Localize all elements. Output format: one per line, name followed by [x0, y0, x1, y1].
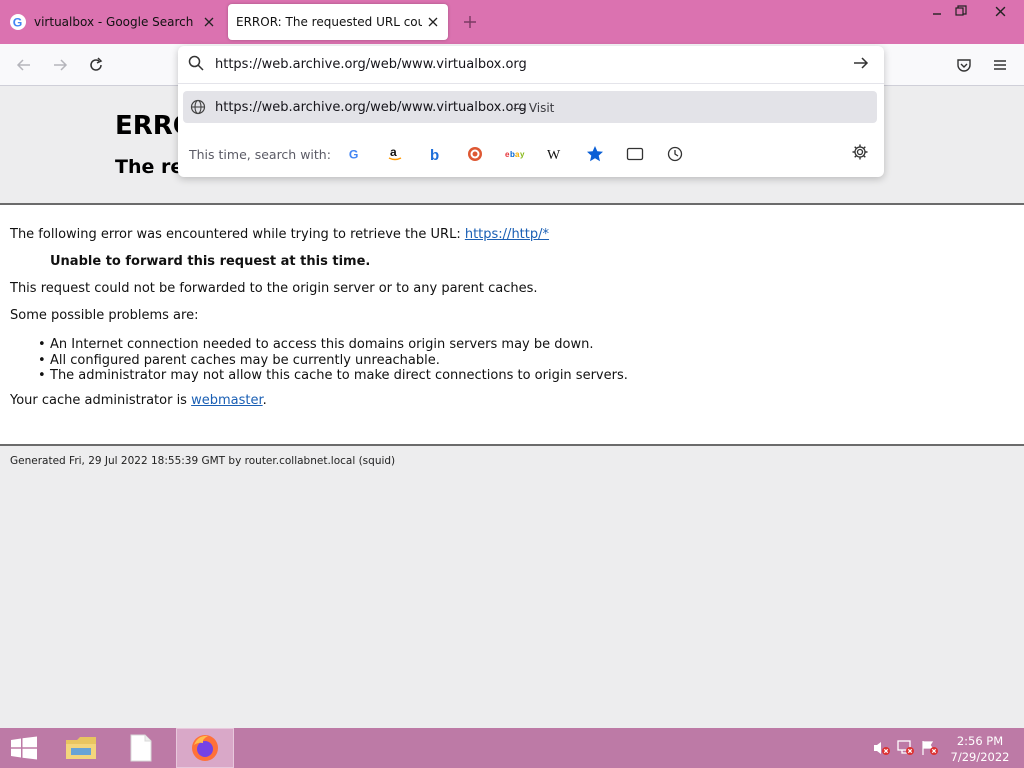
forward-icon[interactable]: [47, 52, 73, 78]
tab-google-search[interactable]: G virtualbox - Google Search: [0, 4, 224, 40]
tab-strip: G virtualbox - Google Search ERROR: The …: [0, 0, 1024, 44]
ebay-icon[interactable]: ebay: [504, 143, 526, 165]
bing-icon[interactable]: b: [424, 143, 446, 165]
admin-prefix: Your cache administrator is: [10, 393, 192, 408]
list-item: An Internet connection needed to access …: [38, 337, 628, 353]
go-arrow-icon[interactable]: [852, 54, 870, 76]
problems-heading: Some possible problems are:: [10, 308, 199, 323]
menu-icon[interactable]: [987, 52, 1013, 78]
new-tab-icon[interactable]: [458, 10, 482, 34]
tabs-icon[interactable]: [624, 143, 646, 165]
reload-icon[interactable]: [83, 52, 109, 78]
firefox-icon[interactable]: [176, 728, 234, 768]
amazon-icon[interactable]: a: [384, 143, 406, 165]
gear-icon[interactable]: [851, 143, 869, 165]
url-input[interactable]: https://web.archive.org/web/www.virtualb…: [178, 46, 884, 84]
volume-muted-icon[interactable]: [873, 740, 891, 760]
duckduckgo-icon[interactable]: [464, 143, 486, 165]
list-item: All configured parent caches may be curr…: [38, 353, 628, 369]
suggestion-url: https://web.archive.org/web/www.virtualb…: [215, 100, 527, 115]
file-explorer-icon[interactable]: [58, 728, 104, 768]
bookmarks-star-icon[interactable]: [584, 143, 606, 165]
page-subtitle: The re: [115, 156, 184, 178]
back-icon[interactable]: [11, 52, 37, 78]
svg-text:G: G: [13, 15, 23, 29]
error-body: The following error was encountered whil…: [0, 203, 1024, 446]
taskbar: 2:56 PM 7/29/2022: [0, 728, 1024, 768]
error-detail: This request could not be forwarded to t…: [10, 281, 538, 296]
list-item: The administrator may not allow this cac…: [38, 368, 628, 384]
close-tab-icon[interactable]: [422, 11, 444, 33]
svg-text:y: y: [520, 150, 525, 159]
footer-generated: Generated Fri, 29 Jul 2022 18:55:39 GMT …: [10, 455, 396, 467]
admin-line: Your cache administrator is webmaster.: [10, 393, 267, 408]
wikipedia-icon[interactable]: W: [544, 143, 566, 165]
search-with-label: This time, search with:: [189, 147, 331, 162]
search-icon: [188, 55, 204, 75]
tab-title: ERROR: The requested URL could not be re…: [236, 15, 422, 29]
urlbar-panel: https://web.archive.org/web/www.virtualb…: [178, 46, 884, 177]
clock-date: 7/29/2022: [950, 750, 1010, 764]
svg-text:a: a: [390, 146, 397, 159]
google-icon: G: [10, 14, 26, 30]
windows-start-icon[interactable]: [0, 728, 48, 768]
document-icon[interactable]: [118, 728, 164, 768]
suggestion-action: — Visit: [513, 101, 555, 115]
url-text[interactable]: https://web.archive.org/web/www.virtualb…: [215, 57, 527, 72]
close-tab-icon[interactable]: [198, 11, 220, 33]
error-line-text: The following error was encountered whil…: [10, 227, 465, 242]
svg-text:G: G: [349, 147, 359, 161]
restore-icon[interactable]: [944, 0, 978, 22]
clock-time: 2:56 PM: [956, 734, 1004, 748]
history-icon[interactable]: [664, 143, 686, 165]
system-clock[interactable]: 2:56 PM 7/29/2022: [950, 733, 1010, 765]
error-url-link[interactable]: https://http/*: [465, 227, 549, 242]
webmaster-link[interactable]: webmaster: [191, 393, 263, 408]
close-window-icon[interactable]: [978, 0, 1022, 22]
error-reason: Unable to forward this request at this t…: [50, 254, 371, 269]
tab-title: virtualbox - Google Search: [34, 15, 194, 29]
admin-suffix: .: [262, 393, 267, 408]
pocket-icon[interactable]: [951, 52, 977, 78]
svg-text:W: W: [547, 148, 561, 162]
google-icon[interactable]: G: [344, 143, 366, 165]
tab-error-page[interactable]: ERROR: The requested URL could not be re…: [228, 4, 448, 40]
svg-text:b: b: [430, 147, 439, 162]
url-suggestion[interactable]: https://web.archive.org/web/www.virtualb…: [183, 91, 877, 123]
problems-list: An Internet connection needed to access …: [38, 337, 628, 384]
page-content: ERROR The re The following error was enc…: [0, 86, 1024, 728]
action-center-flag-icon[interactable]: [921, 740, 939, 760]
error-line: The following error was encountered whil…: [10, 227, 549, 242]
network-icon[interactable]: [897, 740, 915, 760]
globe-icon: [190, 99, 206, 119]
